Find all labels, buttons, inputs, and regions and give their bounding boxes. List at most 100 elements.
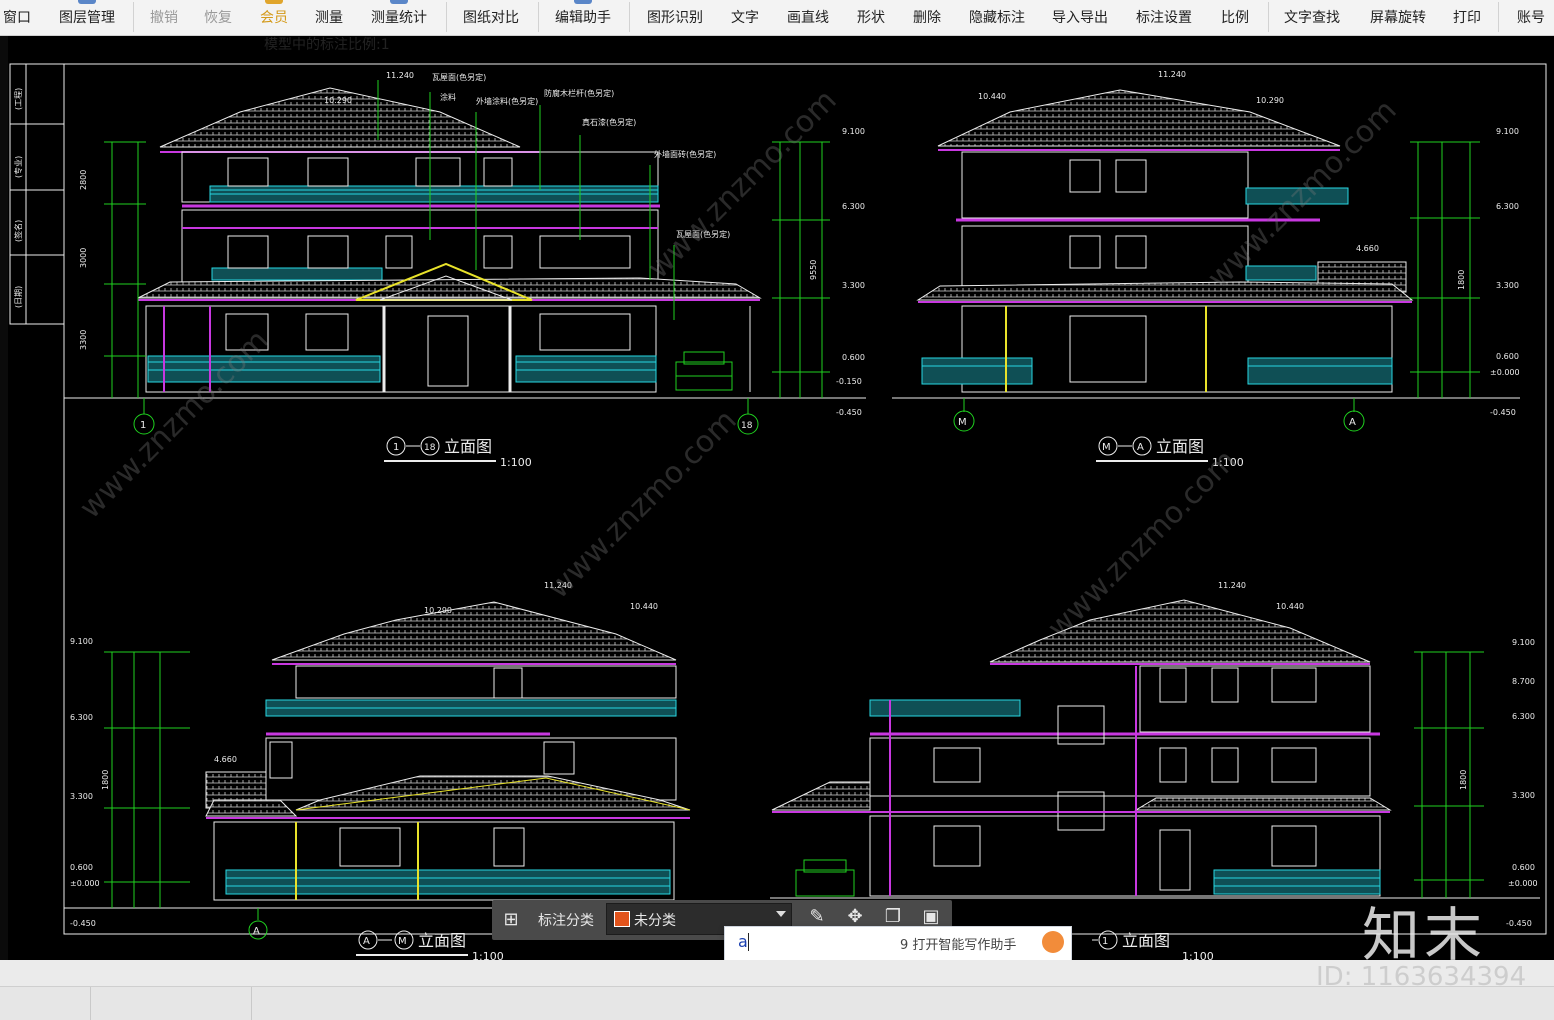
elev-mark: 6.300 <box>1496 202 1519 211</box>
elev-mark: 10.440 <box>978 92 1006 101</box>
car-icon <box>675 351 733 391</box>
elevation-title-a: A <box>363 936 370 947</box>
material-note: 真石漆(色另定) <box>582 117 636 127</box>
title-block-text: (签名) <box>13 220 23 242</box>
tb-delete[interactable]: 删除 <box>904 0 950 35</box>
tb-window[interactable]: 窗口 <box>0 0 34 35</box>
axis-label: A <box>1349 417 1356 428</box>
elev-mark: 0.600 <box>1512 863 1535 872</box>
elev-mark: 6.300 <box>842 202 865 211</box>
tb-edit-assistant[interactable]: 编辑助手 <box>548 0 618 35</box>
tb-hide-annotations[interactable]: 隐藏标注 <box>962 0 1032 35</box>
tb-layer-manager[interactable]: 图层管理 <box>50 0 124 35</box>
tb-shape[interactable]: 形状 <box>848 0 894 35</box>
elevation-title: 立面图 <box>418 931 466 950</box>
crown-icon <box>265 0 283 4</box>
elev-mark: 11.240 <box>1218 581 1246 590</box>
material-note: 防腐木栏杆(色另定) <box>544 88 614 98</box>
elevation-scale: 1:100 <box>472 950 504 960</box>
svg-text:www.znzmo.com: www.znzmo.com <box>73 323 276 526</box>
watermark-id: ID: 1163634394 <box>1316 962 1527 992</box>
elevation-title-b: M <box>398 936 407 947</box>
edit-assistant-icon <box>574 0 592 4</box>
drawing-svg: (工程) (专业) (签名) (日期) 2800 3000 3300 9550 … <box>9 63 1547 960</box>
material-note: 外墙涂料(色另定) <box>476 96 538 106</box>
tb-shape-recognize[interactable]: 图形识别 <box>640 0 710 35</box>
elev-mark: ±0.000 <box>1508 879 1538 888</box>
title-block-text: (日期) <box>14 286 23 308</box>
axis-label: A <box>253 926 260 937</box>
watermark-logo: 知末 <box>1362 901 1487 969</box>
elev-mark: -0.150 <box>836 377 862 386</box>
tb-measure-stats[interactable]: 测量统计 <box>364 0 434 35</box>
elevation-scale: 1:100 <box>500 456 532 469</box>
tb-measure[interactable]: 测量 <box>306 0 352 35</box>
elev-mark: 10.440 <box>1276 602 1304 611</box>
elev-mark: 10.290 <box>424 606 452 615</box>
car-icon <box>795 859 855 897</box>
tb-account[interactable]: 账号 <box>1508 0 1554 35</box>
dim-label: 1800 <box>1457 270 1466 290</box>
annotation-category-label: 标注分类 <box>538 913 594 929</box>
dim-label: 1800 <box>101 770 110 790</box>
elevation-title-b: A <box>1137 442 1144 453</box>
axis-label: M <box>958 417 967 428</box>
ime-logo-icon[interactable] <box>1042 931 1064 953</box>
chevron-down-icon[interactable] <box>776 911 786 917</box>
tb-redo[interactable]: 恢复 <box>196 0 240 35</box>
elev-mark: 6.300 <box>1512 712 1535 721</box>
tb-scale[interactable]: 比例 <box>1210 0 1260 35</box>
elev-mark: 11.240 <box>1158 70 1186 79</box>
annotation-scale-status: 模型中的标注比例:1 <box>264 37 390 53</box>
material-note: 瓦屋面(色另定) <box>432 72 486 82</box>
svg-text:www.znzmo.com: www.znzmo.com <box>641 83 844 286</box>
copy-icon[interactable]: ❐ <box>882 906 904 928</box>
toolbar: 窗口 图层管理 撤销 恢复 会员 测量 测量统计 图纸对比 编辑助手 图形识别 … <box>0 0 1554 36</box>
dim-label: 1800 <box>1459 770 1468 790</box>
elev-mark: ±0.000 <box>70 879 100 888</box>
elev-mark: 0.600 <box>842 353 865 362</box>
title-block: (工程) (专业) (签名) (日期) <box>9 63 65 325</box>
move-icon[interactable]: ✥ <box>844 906 866 928</box>
tb-print[interactable]: 打印 <box>1444 0 1490 35</box>
cad-canvas[interactable]: (工程) (专业) (签名) (日期) 2800 3000 3300 9550 … <box>8 36 1554 960</box>
tb-line[interactable]: 画直线 <box>778 0 838 35</box>
status-cell <box>0 987 91 1020</box>
elev-mark: 8.700 <box>1512 677 1535 686</box>
category-color-swatch <box>614 911 630 927</box>
tb-text-search[interactable]: 文字查找 <box>1276 0 1348 35</box>
tb-undo[interactable]: 撤销 <box>142 0 186 35</box>
elev-mark: 9.100 <box>70 637 93 646</box>
elev-mark: 10.440 <box>630 602 658 611</box>
material-note: 外墙面砖(色另定) <box>654 149 716 159</box>
elev-mark: 3.300 <box>842 281 865 290</box>
tb-vip[interactable]: 会员 <box>252 0 296 35</box>
ime-caret <box>748 933 749 951</box>
left-edge <box>0 36 8 960</box>
tb-annotation-settings[interactable]: 标注设置 <box>1128 0 1200 35</box>
stats-icon <box>390 0 408 4</box>
elev-mark: 9.100 <box>842 127 865 136</box>
edit-icon[interactable]: ✎ <box>806 906 828 928</box>
layers-icon <box>78 0 96 4</box>
title-block-text: (工程) <box>14 88 23 110</box>
paste-icon[interactable]: ▣ <box>920 906 942 928</box>
tb-rotate-screen[interactable]: 屏幕旋转 <box>1362 0 1434 35</box>
elevation-scale: 1:100 <box>1182 950 1214 960</box>
tb-text[interactable]: 文字 <box>722 0 768 35</box>
tb-compare[interactable]: 图纸对比 <box>456 0 526 35</box>
elev-mark: 11.240 <box>386 71 414 80</box>
dim-label: 2800 <box>79 170 88 190</box>
material-note: 涂料 <box>440 92 456 102</box>
status-cell <box>91 987 252 1020</box>
elevation-title-a: M <box>1102 442 1111 453</box>
elev-mark: 10.290 <box>1256 96 1284 105</box>
title-block-text: (专业) <box>13 156 23 178</box>
annotation-category-value: 未分类 <box>634 913 676 929</box>
elevation-title: 立面图 <box>444 437 492 456</box>
tb-import-export[interactable]: 导入导出 <box>1044 0 1116 35</box>
elevation-title: 立面图 <box>1122 931 1170 950</box>
elev-mark: 0.600 <box>1496 352 1519 361</box>
grid-apps-icon[interactable]: ⊞ <box>500 909 522 931</box>
ime-assistant-hint[interactable]: 9 打开智能写作助手 <box>900 934 1016 953</box>
